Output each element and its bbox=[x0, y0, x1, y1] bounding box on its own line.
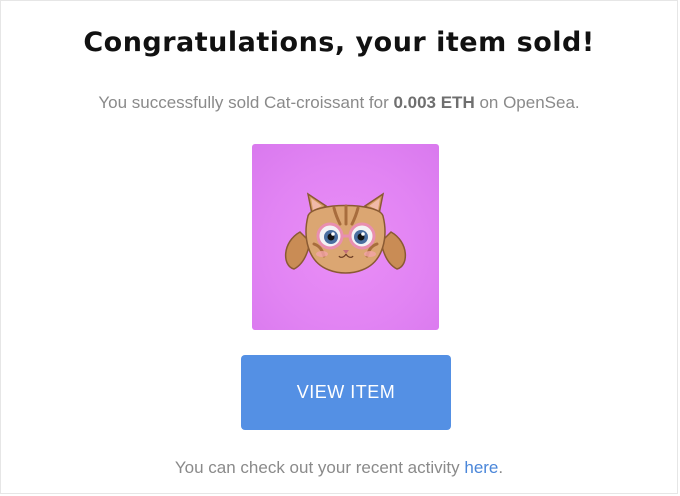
page-title: Congratulations, your item sold! bbox=[83, 27, 595, 58]
recent-activity-text: You can check out your recent activity h… bbox=[1, 458, 677, 478]
recent-activity-end: . bbox=[498, 458, 504, 477]
cat-croissant-icon bbox=[285, 192, 406, 274]
sale-message-prefix: You successfully sold Cat-croissant for bbox=[98, 93, 394, 112]
recent-activity-prefix: You can check out your recent activity bbox=[174, 458, 465, 477]
sale-amount: 0.003 ETH bbox=[393, 93, 475, 112]
recent-activity-link[interactable]: here bbox=[464, 458, 498, 477]
sale-message-suffix: on OpenSea. bbox=[474, 93, 580, 112]
sale-notification-card: Congratulations, your item sold! You suc… bbox=[0, 0, 678, 494]
view-item-button[interactable]: VIEW ITEM bbox=[241, 355, 451, 430]
sale-message: You successfully sold Cat-croissant for … bbox=[1, 93, 677, 113]
cat-croissant-nft-image[interactable] bbox=[252, 144, 439, 330]
